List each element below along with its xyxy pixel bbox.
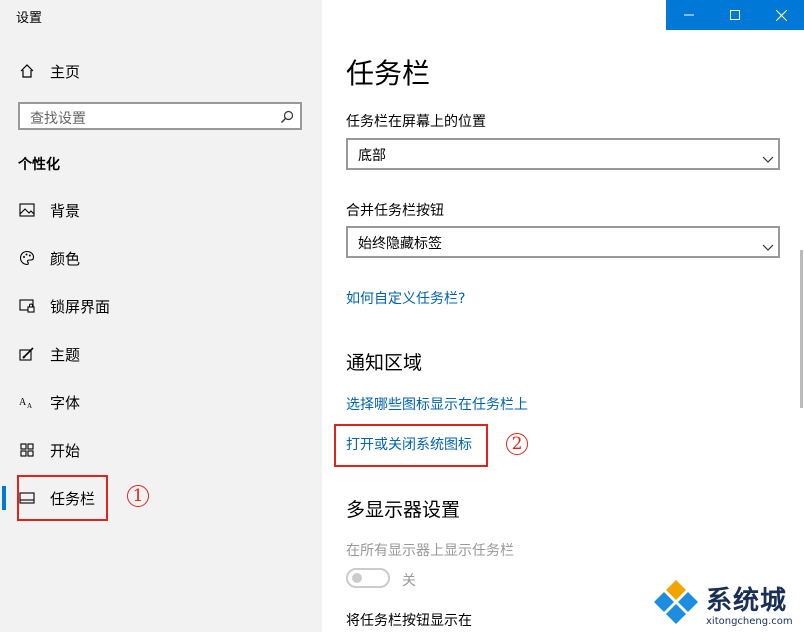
- window-controls: [666, 0, 804, 30]
- minimize-button[interactable]: [666, 0, 712, 30]
- category-label: 个性化: [18, 157, 60, 173]
- sidebar-item-label: 锁屏界面: [50, 297, 111, 316]
- show-all-displays-toggle[interactable]: [346, 568, 390, 588]
- sidebar-item-label: 背景: [50, 201, 81, 220]
- chevron-down-icon: [762, 237, 774, 256]
- sidebar-item-label: 主页: [50, 62, 81, 81]
- taskbar-icon: [18, 489, 36, 507]
- customize-taskbar-link[interactable]: 如何自定义任务栏?: [346, 288, 465, 308]
- watermark: 系统城 xitongcheng.com: [650, 576, 804, 632]
- combine-dropdown[interactable]: 始终隐藏标签: [346, 226, 780, 258]
- position-label: 任务栏在屏幕上的位置: [346, 114, 486, 130]
- sidebar-item-themes[interactable]: 主题: [0, 334, 322, 374]
- multi-display-heading: 多显示器设置: [346, 499, 461, 521]
- search-input[interactable]: 查找设置: [18, 102, 302, 130]
- sidebar-item-colors[interactable]: 颜色: [0, 238, 322, 278]
- system-icons-link[interactable]: 打开或关闭系统图标: [346, 434, 472, 454]
- search-icon: [280, 109, 294, 128]
- settings-sidebar: 设置 主页 查找设置 个性化 背景 颜色 锁屏界面 主题 A A 字体 开始 任…: [0, 0, 322, 632]
- font-icon: AA: [18, 393, 36, 411]
- home-icon: [18, 62, 36, 80]
- svg-text:A: A: [19, 397, 27, 408]
- show-buttons-label: 将任务栏按钮显示在: [346, 613, 472, 629]
- sidebar-item-lock-screen[interactable]: 锁屏界面: [0, 286, 322, 326]
- maximize-button[interactable]: [712, 0, 758, 30]
- page-title: 任务栏: [346, 57, 431, 90]
- sidebar-item-label: 字体: [50, 393, 81, 412]
- watermark-logo-icon: [654, 580, 698, 624]
- maximize-icon: [730, 10, 740, 20]
- sidebar-item-background[interactable]: 背景: [0, 190, 322, 230]
- theme-brush-icon: [18, 345, 36, 363]
- settings-main: [322, 0, 804, 632]
- sidebar-item-label: 颜色: [50, 249, 81, 268]
- sidebar-item-taskbar[interactable]: 任务栏: [0, 478, 322, 518]
- close-icon: [775, 9, 787, 21]
- start-grid-icon: [18, 441, 36, 459]
- lock-screen-icon: [18, 297, 36, 315]
- annotation-marker-2: 2: [506, 433, 528, 455]
- watermark-url: xitongcheng.com: [706, 616, 793, 627]
- close-button[interactable]: [758, 0, 804, 30]
- select-icons-link[interactable]: 选择哪些图标显示在任务栏上: [346, 394, 528, 414]
- svg-text:A: A: [27, 402, 32, 409]
- search-placeholder: 查找设置: [30, 111, 86, 127]
- sidebar-item-label: 开始: [50, 441, 81, 460]
- annotation-marker-1: 1: [127, 485, 149, 507]
- picture-icon: [18, 201, 36, 219]
- sidebar-item-start[interactable]: 开始: [0, 430, 322, 470]
- watermark-name: 系统城: [706, 586, 788, 616]
- sidebar-item-fonts[interactable]: AA 字体: [0, 382, 322, 422]
- palette-icon: [18, 249, 36, 267]
- sidebar-item-home[interactable]: 主页: [0, 51, 322, 91]
- position-dropdown[interactable]: 底部: [346, 138, 780, 170]
- sidebar-item-label: 主题: [50, 345, 81, 364]
- chevron-down-icon: [762, 149, 774, 168]
- window-title: 设置: [16, 11, 43, 26]
- scrollbar[interactable]: [800, 250, 803, 408]
- combine-label: 合并任务栏按钮: [346, 203, 444, 219]
- position-value: 底部: [358, 148, 386, 164]
- notification-area-heading: 通知区域: [346, 352, 423, 374]
- combine-value: 始终隐藏标签: [358, 236, 442, 252]
- toggle-knob: [352, 573, 362, 583]
- sidebar-item-label: 任务栏: [50, 489, 96, 508]
- show-all-displays-label: 在所有显示器上显示任务栏: [346, 543, 514, 559]
- toggle-state-label: 关: [402, 573, 416, 589]
- minimize-icon: [684, 14, 694, 16]
